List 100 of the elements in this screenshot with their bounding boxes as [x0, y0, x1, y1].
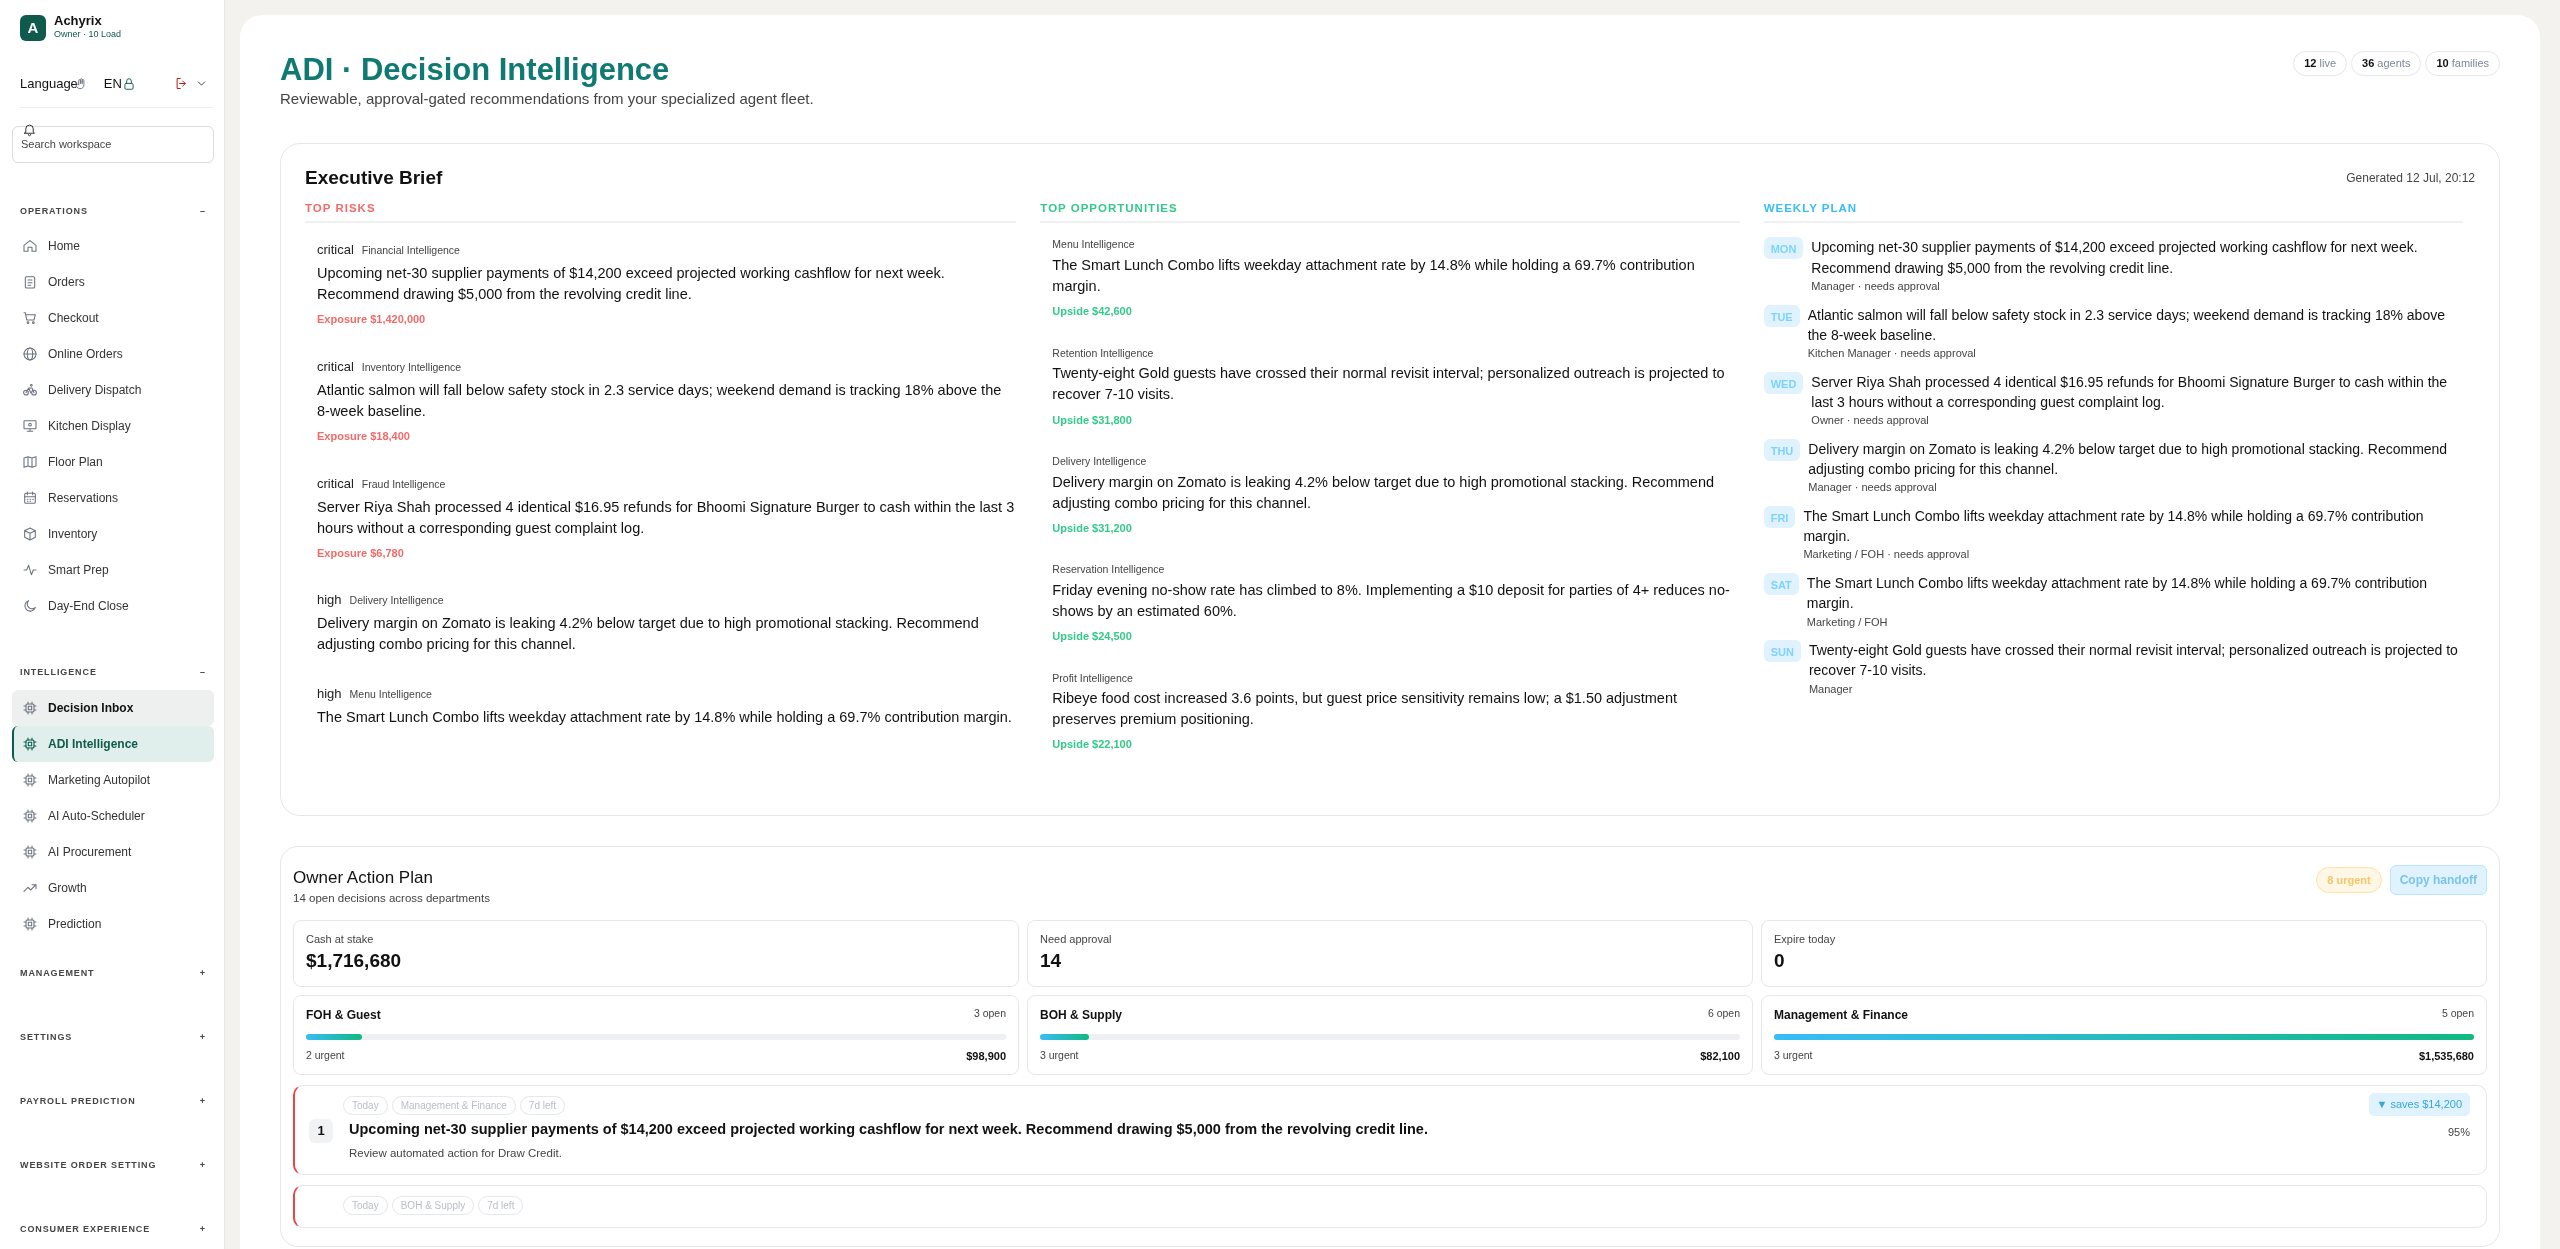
day-badge: SUN	[1763, 640, 1801, 662]
plan-meta: Owner · needs approval	[1811, 413, 1930, 429]
nav-item[interactable]: Online Orders	[12, 336, 214, 373]
column-heading: TOP RISKS	[305, 200, 1017, 224]
nav-item[interactable]: Kitchen Display	[12, 408, 214, 445]
nav-item[interactable]: AI Auto-Scheduler	[12, 797, 214, 834]
plan-meta: Manager · needs approval	[1808, 480, 1938, 496]
nav-item[interactable]: Inventory	[12, 516, 214, 553]
section-title: SETTINGS	[20, 1031, 73, 1045]
plan-text: Delivery margin on Zomato is leaking 4.2% below target due to high promotional stacking. Recommend adjusting combo pricing for this channel.	[1808, 439, 2449, 479]
nav-item[interactable]: Orders	[12, 264, 214, 301]
nav-item[interactable]: Decision Inbox	[12, 689, 214, 726]
globe-icon	[22, 346, 38, 363]
section-title: WEBSITE ORDER SETTING	[20, 1159, 157, 1173]
risk-text: Delivery margin on Zomato is leaking 4.2% below target due to high promotional stacking. Recommend adjusting combo pricing for this channel.	[317, 614, 980, 655]
section-toggle[interactable]: +	[199, 1159, 206, 1173]
source-label: Financial Intelligence	[361, 244, 460, 257]
chip-icon	[22, 807, 38, 824]
open-count: 5 open	[2441, 1005, 2474, 1021]
page-title: ADI · Decision Intelligence	[280, 51, 671, 89]
exposure-value: Exposure $1,420,000	[317, 312, 427, 328]
plan-text: Server Riya Shah processed 4 identical $16.95 refunds for Bhoomi Signature Burger to cash within the last 3 hours without a corresponding guest complaint log.	[1811, 372, 2449, 412]
department-amount: $82,100	[1700, 1048, 1740, 1064]
kpi-value: 14	[1040, 949, 1063, 974]
department-amount: $1,535,680	[2418, 1048, 2474, 1064]
nav-item[interactable]: Floor Plan	[12, 444, 214, 481]
day-badge: THU	[1763, 438, 1801, 461]
section-toggle[interactable]: +	[199, 967, 206, 981]
source-label: Retention Intelligence	[1052, 345, 1155, 361]
urgent-count: 3 urgent	[1040, 1047, 1079, 1063]
severity-label: critical	[317, 475, 354, 491]
opportunity-text: Friday evening no-show rate has climbed to 8%. Implementing a $10 deposit for parties of 4+ reduces no-shows by an estimated 60%.	[1052, 581, 1731, 622]
upside-value: Upside $31,200	[1052, 520, 1133, 536]
column-heading: WEEKLY PLAN	[1763, 200, 2463, 224]
upside-value: Upside $24,500	[1052, 629, 1133, 645]
kpi-label: Need approval	[1040, 931, 1113, 947]
action-detail: Review automated action for Draw Credit.	[349, 1145, 563, 1161]
savings-tag: ▼ saves $14,200	[2368, 1093, 2470, 1116]
section-toggle[interactable]: –	[200, 204, 206, 219]
nav-item[interactable]: Growth	[12, 869, 214, 906]
brand-name: Achyrix	[54, 14, 103, 29]
nav-item[interactable]: Home	[12, 228, 214, 265]
plan-text: Upcoming net-30 supplier payments of $14,200 exceed projected working cashflow for next week. Recommend drawing $5,000 from the revolving credit line.	[1811, 238, 2419, 278]
upside-value: Upside $31,800	[1052, 412, 1133, 428]
severity-label: high	[317, 686, 342, 702]
language-label[interactable]: Language	[20, 73, 78, 94]
opportunity-text: The Smart Lunch Combo lifts weekday attachment rate by 14.8% while holding a 69.7% contribution margin.	[1052, 256, 1696, 297]
exposure-value: Exposure $18,400	[317, 429, 411, 444]
bicycle-icon	[22, 382, 38, 399]
plan-text: The Smart Lunch Combo lifts weekday attachment rate by 14.8% while holding a 69.7% contribution margin.	[1803, 506, 2425, 547]
plan-meta: Marketing / FOH	[1806, 614, 1889, 630]
source-label: Fraud Intelligence	[361, 477, 446, 490]
department-name: Management & Finance	[1774, 1006, 1909, 1024]
nav-item[interactable]: Smart Prep	[12, 552, 214, 589]
nav-item[interactable]: AI Procurement	[12, 833, 214, 870]
nav-item[interactable]: ADI Intelligence	[12, 725, 214, 762]
department-name: FOH & Guest	[306, 1006, 381, 1024]
plan-meta: Kitchen Manager · needs approval	[1807, 346, 1977, 362]
section-title: PAYROLL PREDICTION	[20, 1095, 136, 1109]
source-label: Menu Intelligence	[1052, 237, 1136, 253]
open-count: 6 open	[1707, 1005, 1740, 1021]
day-badge: FRI	[1763, 505, 1796, 528]
severity-label: high	[317, 592, 342, 608]
brand-subtitle: Owner · 10 Load	[54, 28, 122, 42]
upside-value: Upside $42,600	[1052, 304, 1133, 320]
language-value[interactable]: EN	[103, 73, 122, 94]
map-icon	[22, 454, 38, 471]
chip-icon	[22, 735, 38, 752]
risk-text: Server Riya Shah processed 4 identical $16.95 refunds for Bhoomi Signature Burger to cash within the last 3 hours without a corresponding guest complaint log.	[317, 497, 1016, 538]
upside-value: Upside $22,100	[1052, 737, 1133, 753]
search-field[interactable]: Search workspace	[12, 126, 214, 163]
section-title: CONSUMER EXPERIENCE	[20, 1223, 151, 1237]
nav-item[interactable]: Delivery Dispatch	[12, 372, 214, 409]
section-toggle[interactable]: +	[199, 1031, 206, 1045]
day-badge: TUE	[1763, 304, 1800, 327]
section-toggle[interactable]: +	[199, 1095, 206, 1109]
chip-icon	[22, 915, 38, 932]
plan-text: The Smart Lunch Combo lifts weekday attachment rate by 14.8% while holding a 69.7% contribution margin.	[1806, 573, 2429, 614]
severity-label: critical	[317, 358, 354, 374]
plan-text: Twenty-eight Gold guests have crossed their normal revisit interval; personalized outreach is projected to recover 7-10 visits.	[1808, 641, 2459, 681]
risk-text: Upcoming net-30 supplier payments of $14,200 exceed projected working cashflow for next week. Recommend drawing $5,000 from the revolving credit line.	[317, 264, 946, 305]
urgent-count: 8 urgent	[2316, 866, 2382, 894]
home-icon	[22, 238, 38, 255]
opportunity-text: Ribeye food cost increased 3.6 points, but guest price sensitivity remains low; a $1.50 adjustment preserves premium positioning.	[1052, 689, 1678, 730]
generated-time: Generated 12 Jul, 20:12	[2346, 169, 2475, 187]
section-toggle[interactable]: –	[200, 666, 206, 680]
column-heading: TOP OPPORTUNITIES	[1040, 200, 1740, 224]
nav-item[interactable]: Reservations	[12, 480, 214, 517]
nav-item[interactable]: Prediction	[12, 905, 214, 942]
chip-icon	[22, 843, 38, 860]
logout-icon	[174, 76, 189, 92]
section-title: INTELLIGENCE	[20, 666, 97, 680]
plan-meta: Marketing / FOH · needs approval	[1803, 547, 1971, 563]
bell-icon	[22, 122, 37, 138]
nav-item[interactable]: Day-End Close	[12, 588, 214, 625]
nav-item[interactable]: Marketing Autopilot	[12, 761, 214, 798]
section-toggle[interactable]: +	[199, 1223, 206, 1237]
confidence-value: 95%	[2446, 1124, 2470, 1140]
monitor-icon	[22, 418, 38, 435]
nav-item[interactable]: Checkout	[12, 300, 214, 337]
